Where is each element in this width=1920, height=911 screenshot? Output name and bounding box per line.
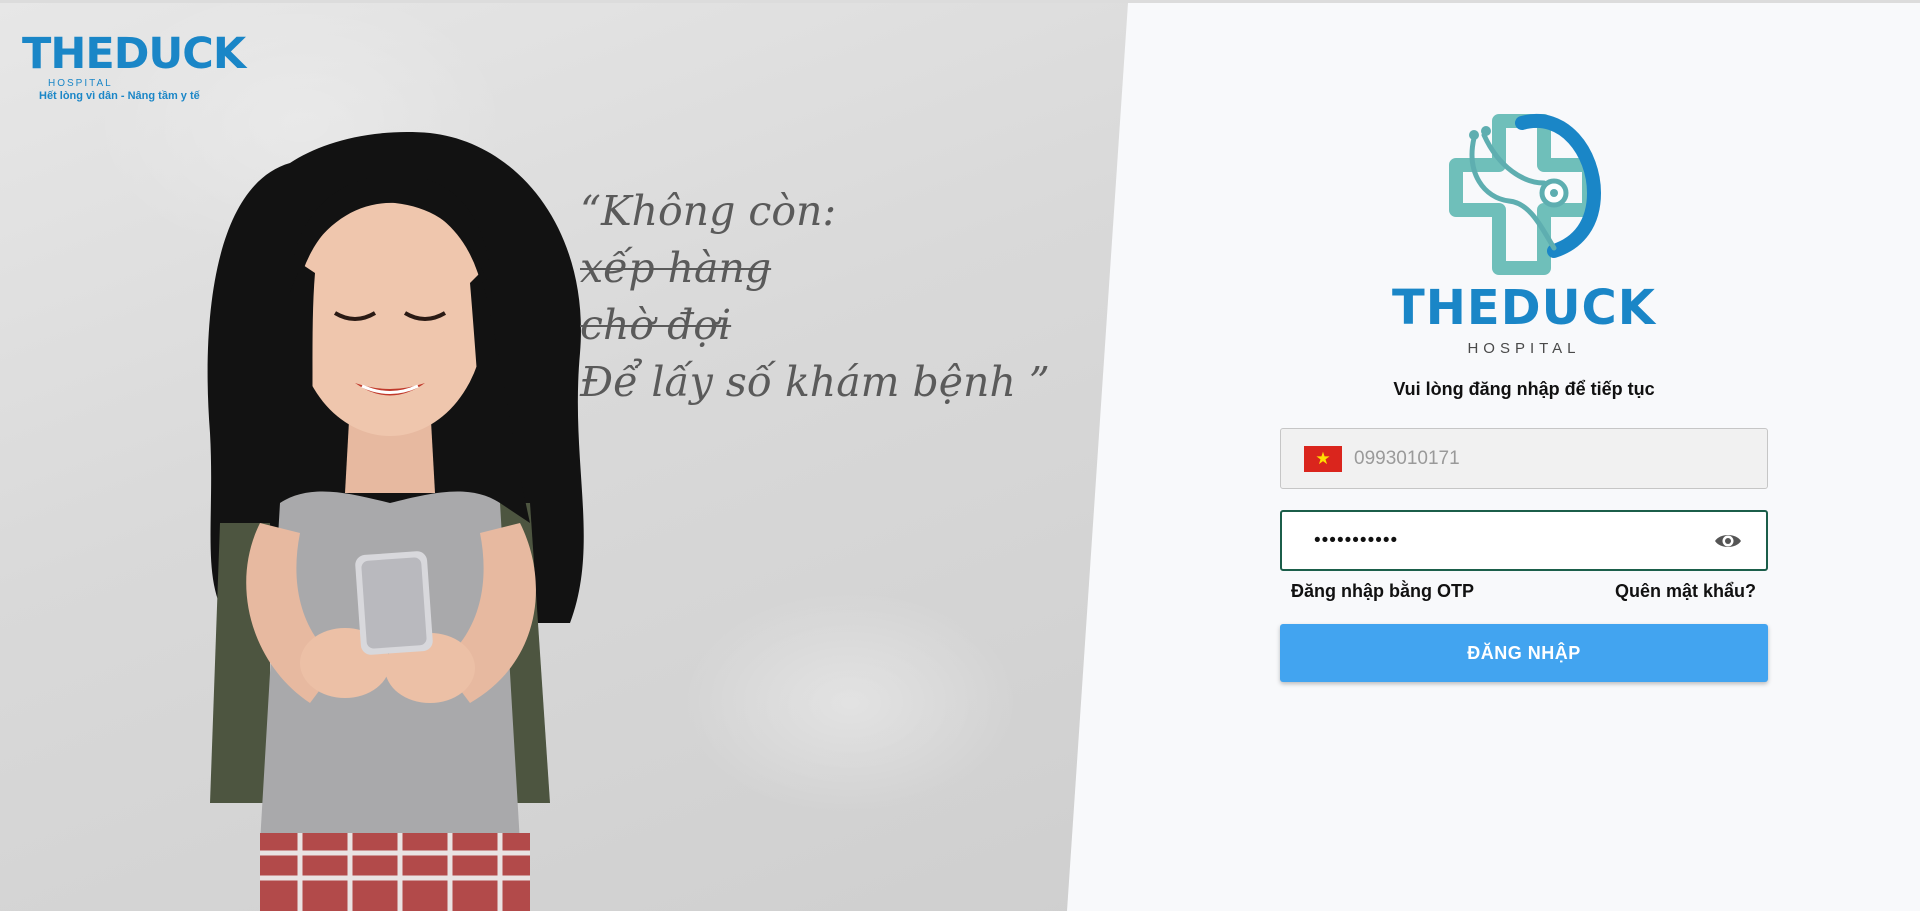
password-field[interactable] — [1280, 510, 1768, 571]
logo-wordmark: THEDUCK — [1392, 280, 1656, 336]
otp-login-link[interactable]: Đăng nhập bằng OTP — [1291, 581, 1474, 602]
header-logo-subtitle: HOSPITAL — [48, 78, 113, 89]
login-links: Đăng nhập bằng OTP Quên mật khẩu? — [1280, 581, 1768, 602]
quote-line-1: “Không còn: — [580, 187, 837, 235]
eye-icon[interactable] — [1714, 531, 1742, 551]
hero-panel: THEDUCK HOSPITAL Hết lòng vì dân - Nâng … — [0, 3, 1128, 911]
phone-field[interactable]: ★ — [1280, 428, 1768, 489]
phone-input[interactable] — [1352, 437, 1736, 480]
forgot-password-link[interactable]: Quên mật khẩu? — [1615, 581, 1756, 602]
vietnam-flag-icon[interactable]: ★ — [1304, 445, 1342, 472]
login-button[interactable]: ĐĂNG NHẬP — [1280, 624, 1768, 682]
logo-subtitle: HOSPITAL — [1467, 340, 1581, 357]
login-panel: THEDUCK HOSPITAL Vui lòng đăng nhập để t… — [1280, 113, 1768, 682]
header-logo-tagline: Hết lòng vì dân - Nâng tầm y tế — [39, 90, 200, 102]
quote-line-3: chờ đợi — [580, 301, 732, 349]
login-prompt: Vui lòng đăng nhập để tiếp tục — [1393, 379, 1655, 399]
hero-quote: “Không còn: xếp hàng chờ đợi Để lấy số k… — [580, 183, 1050, 411]
quote-line-4: Để lấy số khám bệnh ” — [580, 358, 1050, 406]
quote-line-2: xếp hàng — [580, 244, 772, 292]
header-logo-wordmark: THEDUCK — [22, 29, 246, 79]
hospital-cross-stethoscope-icon — [1449, 114, 1602, 275]
header-logo[interactable]: THEDUCK HOSPITAL Hết lòng vì dân - Nâng … — [22, 29, 246, 103]
password-input[interactable] — [1312, 519, 1696, 562]
